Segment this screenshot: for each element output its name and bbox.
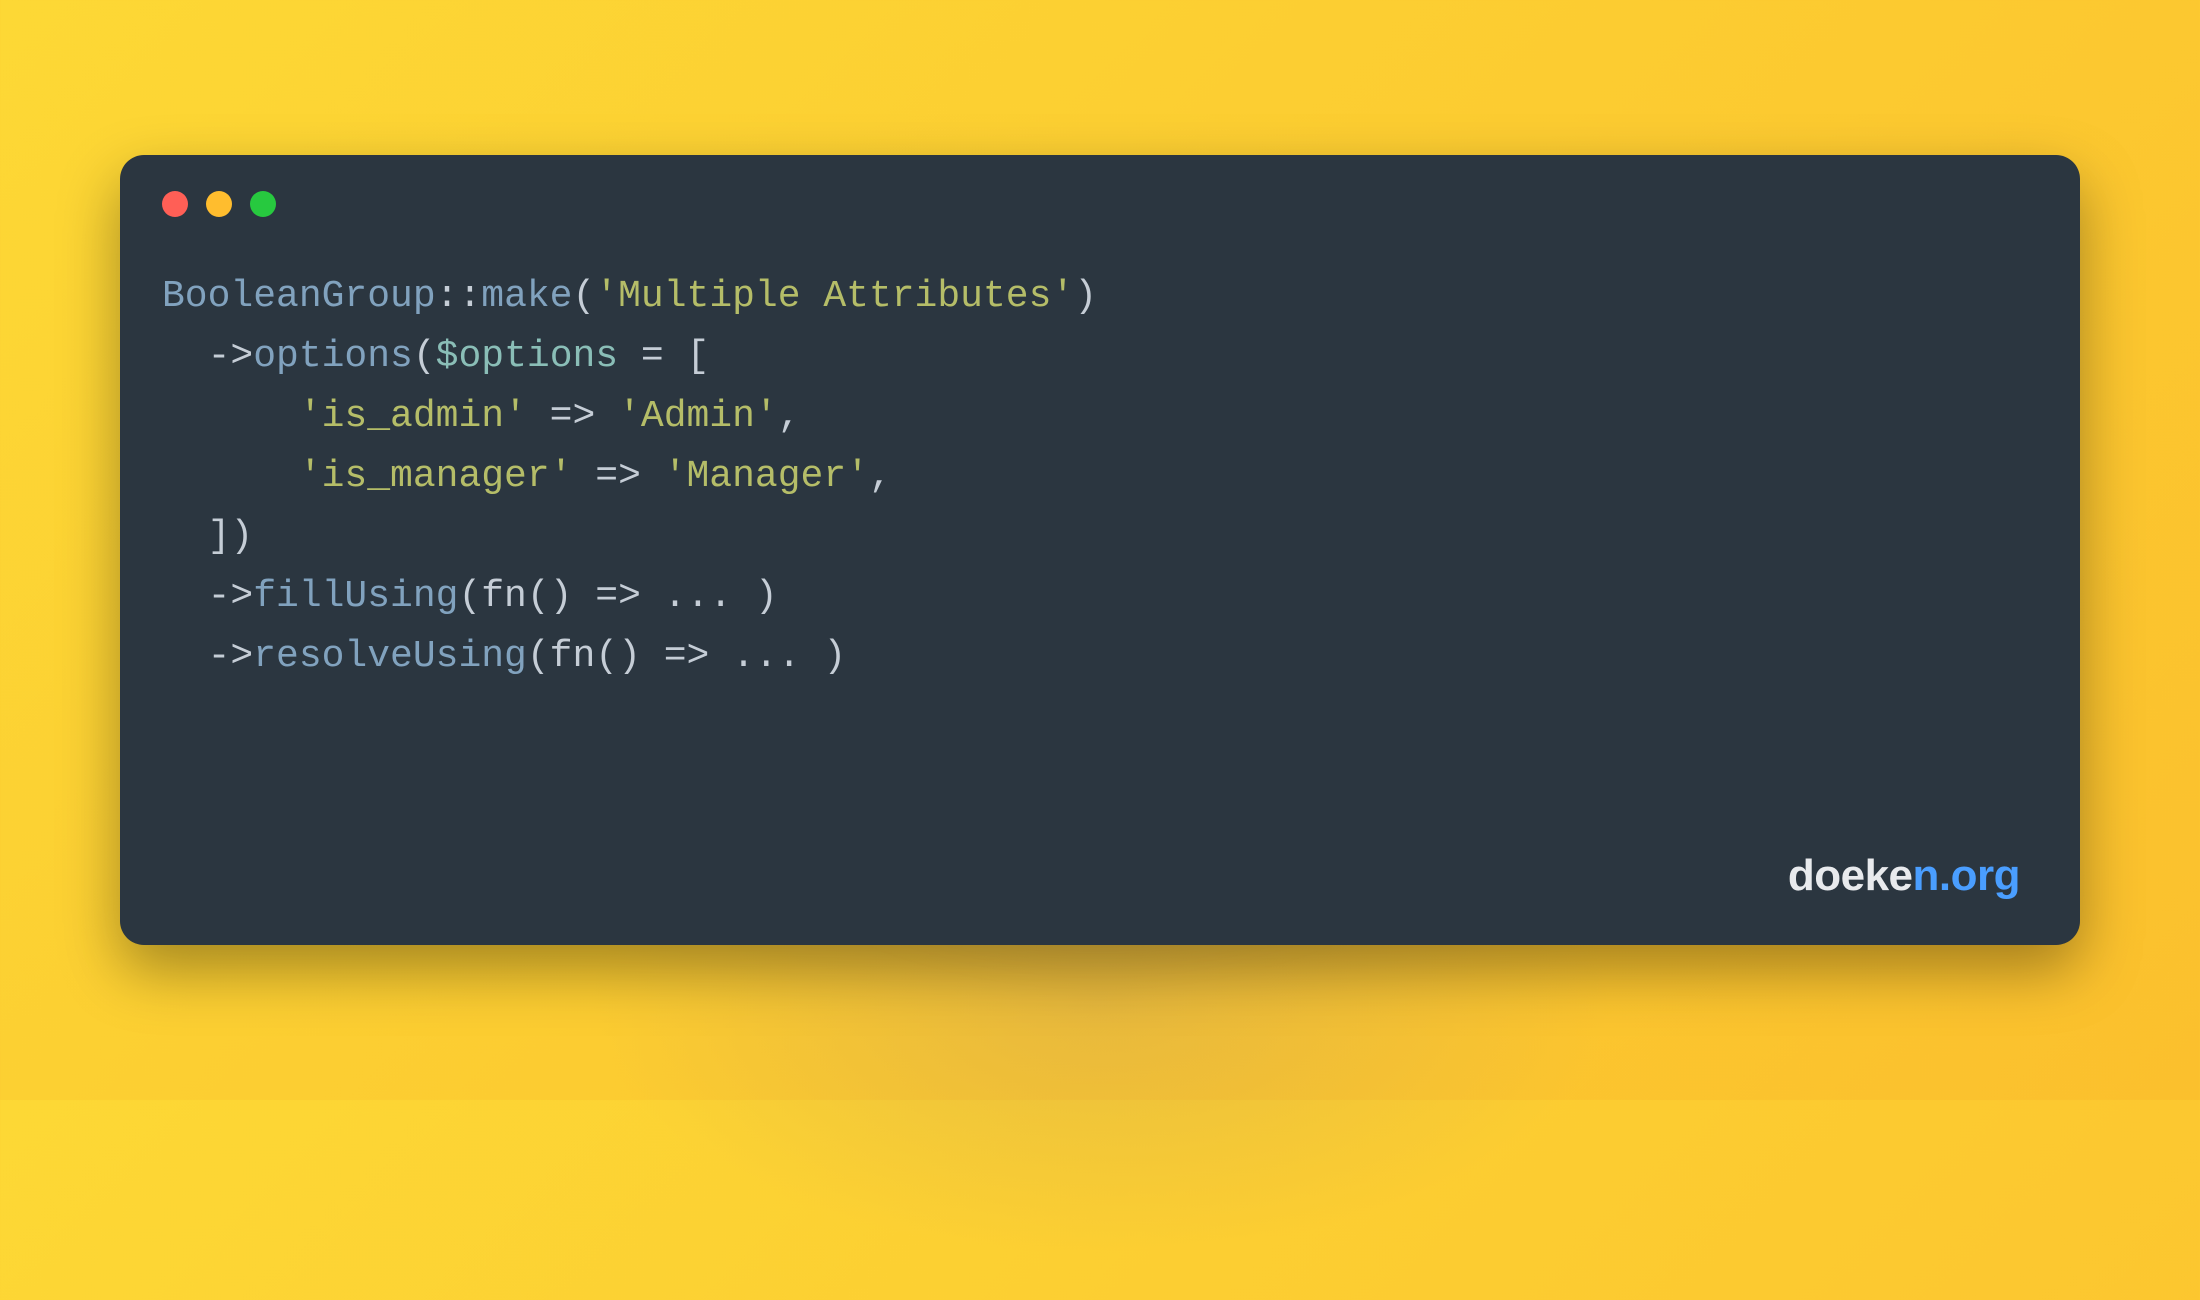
token-val1: 'Admin' — [618, 395, 778, 438]
token-method-resolveusing: resolveUsing — [253, 635, 527, 678]
token-fn-args: (fn() => ... ) — [458, 575, 777, 618]
token-method-options: options — [253, 335, 413, 378]
token-lparen: ( — [413, 335, 436, 378]
token-arrow: -> — [208, 575, 254, 618]
token-scope: :: — [436, 275, 482, 318]
token-eq-bracket: = [ — [618, 335, 709, 378]
token-variable: $options — [436, 335, 618, 378]
token-val2: 'Manager' — [664, 455, 869, 498]
token-lparen: ( — [572, 275, 595, 318]
maximize-icon — [250, 191, 276, 217]
token-fat-arrow: => — [527, 395, 618, 438]
token-method-make: make — [481, 275, 572, 318]
token-arrow: -> — [208, 335, 254, 378]
token-fn-args: (fn() => ... ) — [527, 635, 846, 678]
code-window: BooleanGroup::make('Multiple Attributes'… — [120, 155, 2080, 945]
token-comma: , — [869, 455, 892, 498]
watermark: doeken.org — [1788, 851, 2020, 901]
close-icon — [162, 191, 188, 217]
token-arrow: -> — [208, 635, 254, 678]
code-content: BooleanGroup::make('Multiple Attributes'… — [120, 217, 2080, 945]
token-key2: 'is_manager' — [299, 455, 573, 498]
token-close-array: ]) — [208, 515, 254, 558]
minimize-icon — [206, 191, 232, 217]
code-pre: BooleanGroup::make('Multiple Attributes'… — [162, 267, 2038, 687]
token-key1: 'is_admin' — [299, 395, 527, 438]
window-traffic-lights — [120, 155, 2080, 217]
token-rparen: ) — [1074, 275, 1097, 318]
watermark-part2: n.org — [1913, 851, 2020, 900]
token-string-title: 'Multiple Attributes' — [595, 275, 1074, 318]
token-fat-arrow: => — [572, 455, 663, 498]
token-class: BooleanGroup — [162, 275, 436, 318]
token-method-fillusing: fillUsing — [253, 575, 458, 618]
watermark-part1: doeke — [1788, 851, 1913, 900]
token-comma: , — [778, 395, 801, 438]
